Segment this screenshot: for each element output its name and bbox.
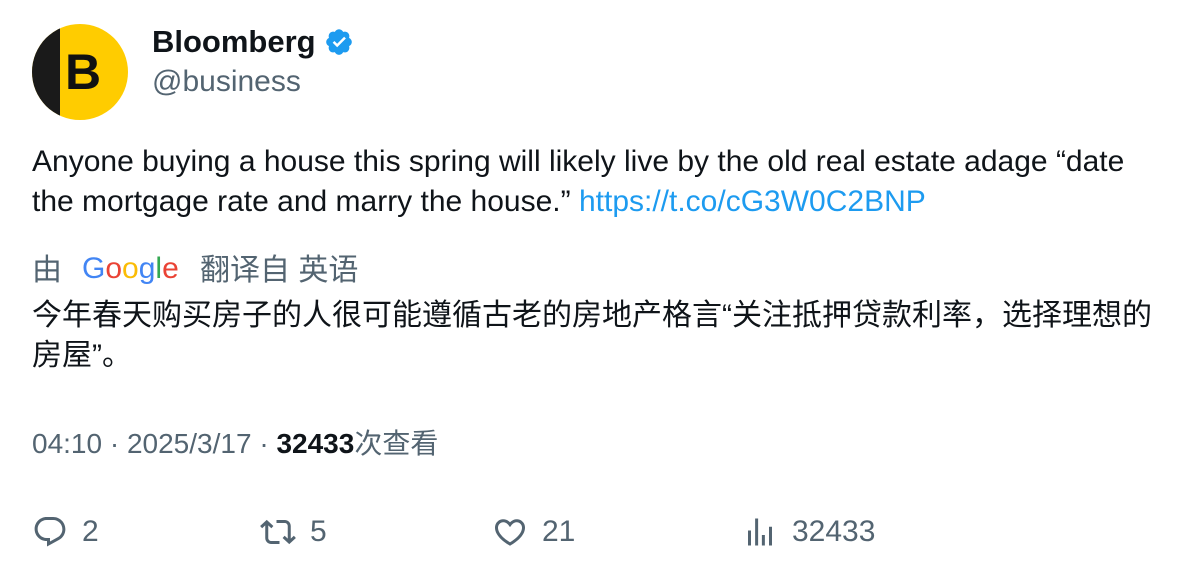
views-label: 次查看 [354,428,439,459]
retweet-button[interactable]: 5 [260,508,327,556]
translation-attribution: 由 Google 翻译自 英语 [32,246,358,288]
avatar-logo-letter: B [64,44,102,100]
avatar[interactable]: B [32,24,128,120]
meta-separator: · [251,428,277,459]
translated-by-label: 由 [32,254,62,287]
author-handle[interactable]: @business [152,62,301,102]
reply-button[interactable]: 2 [32,508,99,556]
reply-icon [34,517,66,547]
views-icon [748,518,772,546]
like-button[interactable]: 21 [492,508,575,556]
tweet-link[interactable]: https://t.co/cG3W0C2BNP [579,185,926,218]
author-name-row: Bloomberg [152,22,354,62]
retweet-count: 5 [310,515,327,548]
author-display-name[interactable]: Bloomberg [152,22,316,62]
tweet-text: Anyone buying a house this spring will l… [32,142,1172,222]
tweet-meta: 04:10 · 2025/3/17 · 32433次查看 [32,424,438,464]
google-logo-icon: Google [82,252,179,285]
views-action-count: 32433 [792,515,876,548]
retweet-icon [260,519,296,545]
views-button[interactable]: 32433 [742,508,875,556]
tweet-date[interactable]: 2025/3/17 [127,428,252,459]
verified-badge-icon [325,29,352,55]
translated-text: 今年春天购买房子的人很可能遵循古老的房地产格言“关注抵押贷款利率，选择理想的房屋… [32,299,1152,372]
reply-count: 2 [82,515,99,548]
like-count: 21 [542,515,576,548]
svg-text:Google: Google [82,252,179,285]
avatar-dark-band [32,24,60,120]
like-icon [494,519,526,546]
translated-from-label[interactable]: 翻译自 英语 [200,245,358,289]
tweet-time[interactable]: 04:10 [32,428,102,459]
views-count: 32433 [276,428,355,459]
tweet-action-bar: 2 5 21 32433 [0,508,1196,556]
meta-separator: · [102,428,127,459]
